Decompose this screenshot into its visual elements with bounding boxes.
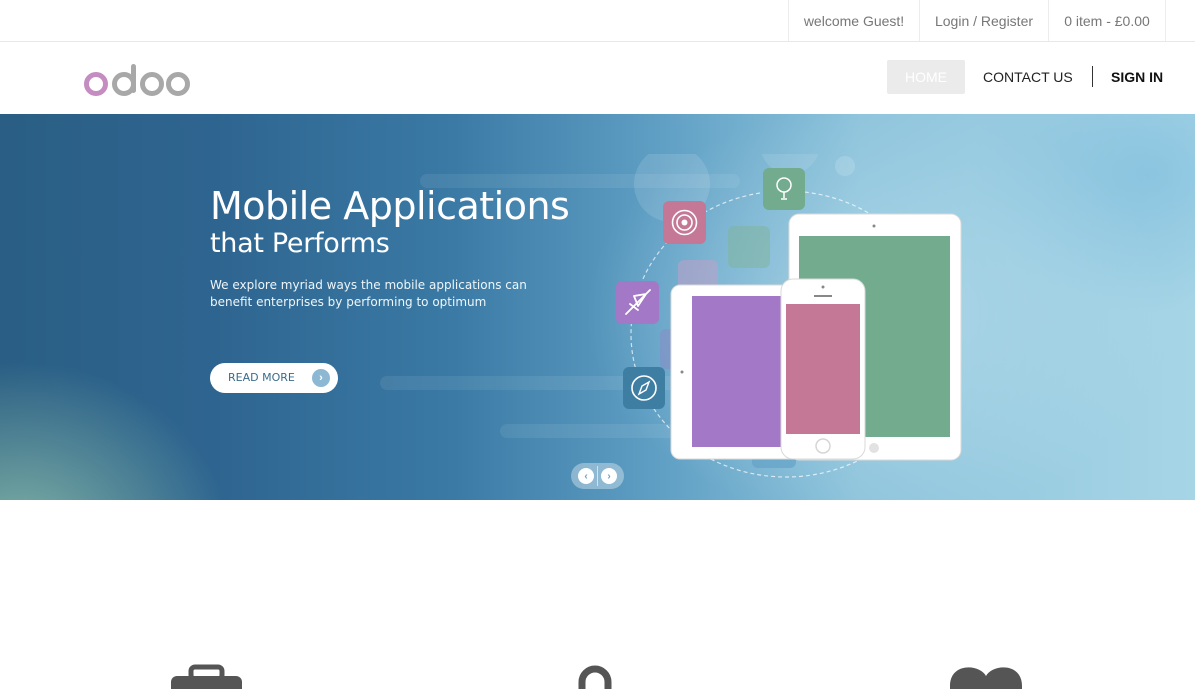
read-more-button[interactable]: READ MORE › (210, 363, 338, 393)
lock-icon (576, 664, 614, 694)
compass-icon (623, 367, 665, 409)
nav-divider (1092, 66, 1093, 87)
phone (780, 278, 866, 460)
cart-summary-link[interactable]: 0 item - £0.00 (1048, 0, 1166, 41)
hero-title: Mobile Applications (210, 184, 570, 228)
read-more-label: READ MORE (228, 371, 295, 384)
heart-icon (950, 664, 1022, 694)
welcome-text: welcome Guest! (788, 0, 919, 41)
chevron-right-icon: › (312, 369, 330, 387)
airplane-icon (616, 281, 659, 324)
hero-subtitle: that Performs (210, 228, 390, 259)
nav-home[interactable]: HOME (887, 60, 965, 94)
chevron-left-icon[interactable]: ‹ (578, 468, 594, 484)
chevron-right-icon[interactable]: › (601, 468, 617, 484)
target-icon (663, 201, 706, 244)
hero-banner: Mobile Applications that Performs We exp… (0, 114, 1195, 500)
lightbulb-icon (763, 168, 805, 210)
slider-controls: ‹ › (571, 463, 624, 489)
main-header: HOME CONTACT US SIGN IN (0, 42, 1195, 114)
devices-illustration (600, 114, 980, 494)
login-register-link[interactable]: Login / Register (919, 0, 1048, 41)
briefcase-icon (171, 664, 242, 694)
hero-description: We explore myriad ways the mobile applic… (210, 278, 527, 309)
odoo-logo[interactable] (84, 61, 194, 97)
slider-separator (597, 466, 598, 486)
top-utility-bar: welcome Guest! Login / Register 0 item -… (0, 0, 1195, 42)
nav-sign-in[interactable]: SIGN IN (1111, 60, 1163, 94)
nav-contact-us[interactable]: CONTACT US (983, 60, 1073, 94)
